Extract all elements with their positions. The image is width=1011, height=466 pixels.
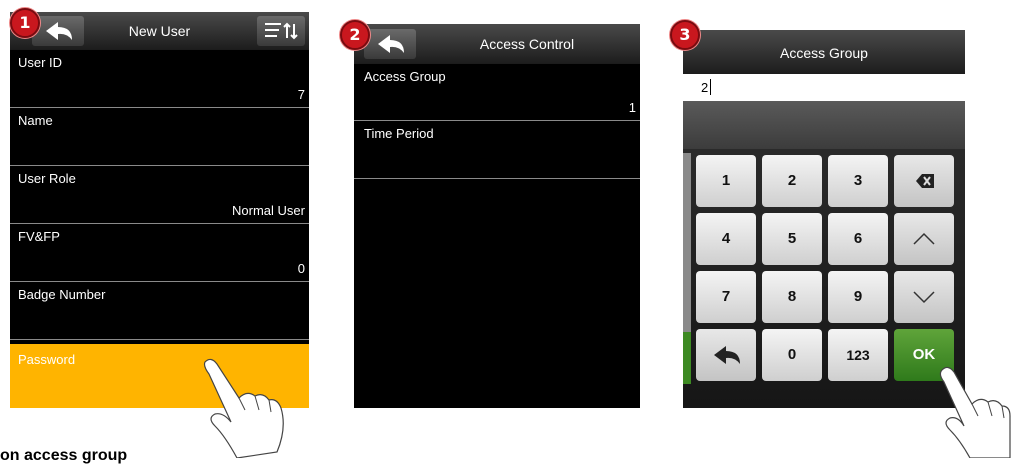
time-period-row[interactable]: Time Period — [354, 121, 640, 179]
candidate-bar — [683, 101, 965, 149]
name-label: Name — [18, 113, 53, 128]
key-4[interactable]: 4 — [696, 213, 756, 265]
backspace-key[interactable] — [894, 155, 954, 207]
access-control-screen: Access Control Access Group 1 Time Perio… — [354, 24, 640, 408]
user-role-label: User Role — [18, 171, 76, 186]
fv-fp-row[interactable]: FV&FP 0 — [10, 224, 309, 282]
time-period-label: Time Period — [364, 126, 434, 141]
keypad: 1 2 3 4 5 6 7 8 9 0 123 OK — [683, 149, 965, 408]
user-role-value: Normal User — [232, 203, 305, 218]
input-field[interactable]: 2 — [683, 74, 965, 101]
back-key[interactable] — [696, 329, 756, 381]
back-button[interactable] — [364, 29, 416, 59]
key-5[interactable]: 5 — [762, 213, 822, 265]
key-1[interactable]: 1 — [696, 155, 756, 207]
key-6[interactable]: 6 — [828, 213, 888, 265]
step-badge-3: 3 — [670, 20, 700, 50]
key-7[interactable]: 7 — [696, 271, 756, 323]
header-bar: Access Control — [354, 24, 640, 64]
pointing-hand-icon — [203, 358, 284, 458]
key-8[interactable]: 8 — [762, 271, 822, 323]
user-id-label: User ID — [18, 55, 63, 70]
new-user-screen: New User User ID 7 Name User Role Normal… — [10, 12, 309, 408]
access-group-row[interactable]: Access Group 1 — [354, 64, 640, 121]
name-row[interactable]: Name — [10, 108, 309, 166]
input-value: 2 — [701, 80, 709, 95]
back-arrow-icon — [714, 346, 740, 364]
backspace-icon — [916, 174, 934, 188]
user-id-value: 7 — [297, 87, 305, 102]
pointing-hand-icon — [939, 366, 1011, 458]
chevron-down-icon — [913, 291, 935, 304]
key-2[interactable]: 2 — [762, 155, 822, 207]
user-id-row[interactable]: User ID 7 — [10, 50, 309, 108]
caption-text: on access group — [0, 447, 128, 464]
access-group-value: 1 — [628, 100, 636, 115]
key-9[interactable]: 9 — [828, 271, 888, 323]
left-edge-ok-key — [683, 332, 691, 384]
password-label: Password — [18, 352, 76, 367]
step-badge-2: 2 — [340, 20, 370, 50]
user-role-row[interactable]: User Role Normal User — [10, 166, 309, 224]
page-title: Access Control — [479, 36, 575, 52]
step-badge-1: 1 — [10, 8, 40, 38]
header-bar: Access Group — [683, 30, 965, 74]
back-arrow-icon — [378, 35, 404, 53]
key-0[interactable]: 0 — [762, 329, 822, 381]
access-group-label: Access Group — [364, 69, 446, 84]
mode-123-key[interactable]: 123 — [828, 329, 888, 381]
fv-fp-label: FV&FP — [18, 229, 60, 244]
key-3[interactable]: 3 — [828, 155, 888, 207]
fv-fp-value: 0 — [297, 261, 305, 276]
text-cursor — [710, 79, 711, 95]
chevron-up-icon — [913, 232, 935, 245]
header-bar: New User — [10, 12, 309, 50]
access-group-screen: Access Group 2 1 2 3 4 5 6 7 8 9 0 123 O… — [683, 30, 965, 408]
sort-icon — [265, 22, 298, 40]
badge-number-label: Badge Number — [18, 287, 106, 302]
page-title: Access Group — [780, 45, 868, 61]
badge-number-row[interactable]: Badge Number — [10, 282, 309, 340]
sort-button[interactable] — [257, 16, 305, 46]
up-key[interactable] — [894, 213, 954, 265]
down-key[interactable] — [894, 271, 954, 323]
